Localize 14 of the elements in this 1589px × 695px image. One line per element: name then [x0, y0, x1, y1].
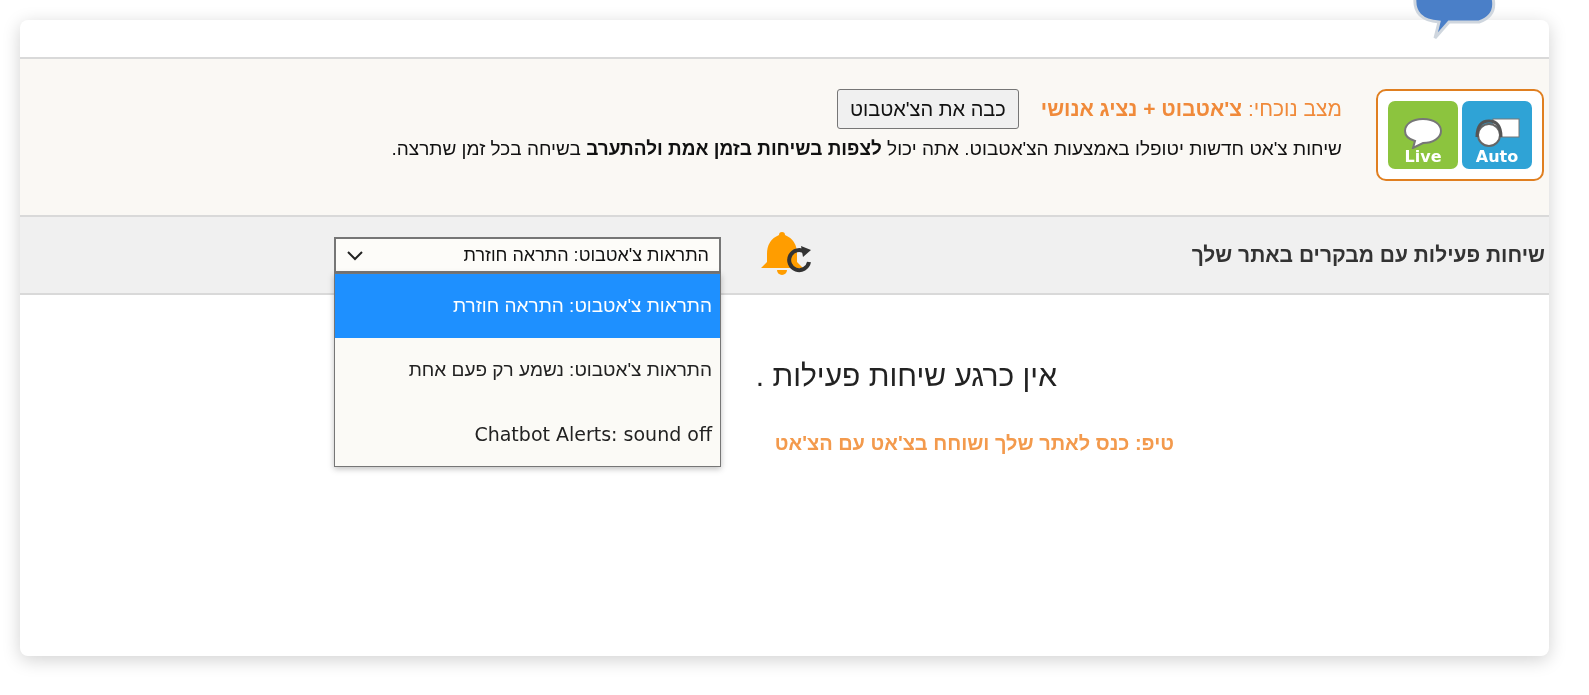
- speech-bubble-icon: [1403, 117, 1443, 149]
- tile-label: Auto: [1475, 149, 1519, 165]
- tile-label: Live: [1404, 149, 1442, 165]
- mode-status: מצב נוכחי: צ'אטבוט + נציג אנושי: [1040, 96, 1342, 123]
- section-title: שיחות פעילות עם מבקרים באתר שלך: [1190, 242, 1545, 269]
- dropdown-option[interactable]: Chatbot Alerts: sound off: [335, 402, 720, 466]
- description-text: שיחות צ'אט חדשות יטופלו באמצעות הצ'אטבוט. אתה יכול לצפות בשיחות בזמן אמת ולהתערב בשיחה בכל זמן שתרצה.: [391, 137, 1342, 161]
- disable-chatbot-button[interactable]: כבה את הצ'אטבוט: [836, 89, 1019, 129]
- alert-select[interactable]: התראות צ'אטבוט: התראה חוזרת: [334, 237, 721, 273]
- chevron-down-icon: [346, 249, 364, 261]
- empty-message: אין כרגע שיחות פעילות .: [755, 358, 1057, 394]
- dropdown-option[interactable]: התראות צ'אטבוט: נשמע רק פעם אחת: [335, 338, 720, 402]
- headset-icon: [1473, 117, 1521, 149]
- tip-text: טיפ: כנס לאתר שלך ושוחח בצ'אט עם הצ'אט: [774, 431, 1174, 456]
